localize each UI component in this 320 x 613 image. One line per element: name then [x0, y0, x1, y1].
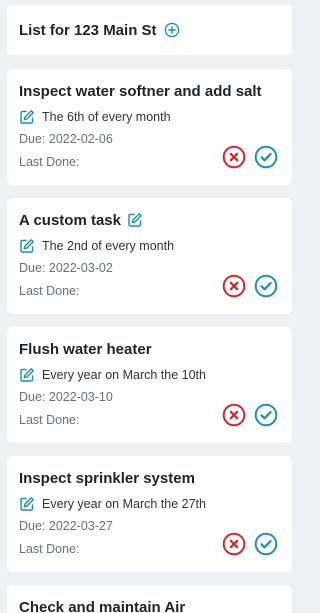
- task-schedule: Every year on March the 10th: [42, 368, 206, 382]
- task-schedule: Every year on March the 27th: [42, 497, 206, 511]
- dismiss-task-button[interactable]: [222, 532, 246, 556]
- complete-task-button[interactable]: [254, 532, 278, 556]
- add-task-button[interactable]: [164, 22, 180, 38]
- dismiss-task-button[interactable]: [222, 403, 246, 427]
- dismiss-task-button[interactable]: [222, 274, 246, 298]
- list-header: List for 123 Main St: [7, 5, 292, 55]
- edit-schedule-button[interactable]: [19, 367, 35, 383]
- plus-circle-icon: [164, 22, 179, 38]
- x-circle-icon: [222, 145, 246, 169]
- edit-schedule-button[interactable]: [19, 496, 35, 512]
- task-schedule: The 6th of every month: [42, 110, 171, 124]
- complete-task-button[interactable]: [254, 403, 278, 427]
- complete-task-button[interactable]: [254, 145, 278, 169]
- edit-icon: [20, 110, 34, 124]
- dismiss-task-button[interactable]: [222, 145, 246, 169]
- check-circle-icon: [254, 532, 278, 556]
- task-title: Check and maintain Air: [19, 598, 186, 613]
- x-circle-icon: [222, 274, 246, 298]
- task-title: Inspect water softner and add salt: [19, 82, 262, 100]
- complete-task-button[interactable]: [254, 274, 278, 298]
- x-circle-icon: [222, 403, 246, 427]
- task-title: Flush water heater: [19, 340, 152, 358]
- task-card: Inspect water softner and add salt The 6…: [7, 69, 292, 185]
- check-circle-icon: [254, 274, 278, 298]
- x-circle-icon: [222, 532, 246, 556]
- edit-icon: [20, 239, 34, 253]
- task-title: A custom task: [19, 211, 121, 229]
- task-title: Inspect sprinkler system: [19, 469, 195, 487]
- edit-schedule-button[interactable]: [19, 109, 35, 125]
- task-card: Inspect sprinkler system Every year on M…: [7, 456, 292, 572]
- edit-schedule-button[interactable]: [19, 238, 35, 254]
- task-card: Check and maintain Air: [7, 585, 292, 613]
- list-title: List for 123 Main St: [19, 21, 157, 39]
- task-schedule: The 2nd of every month: [42, 239, 175, 253]
- task-list-page: List for 123 Main St Inspect water softn…: [0, 0, 301, 613]
- edit-icon: [20, 368, 34, 382]
- task-card: A custom task The 2nd of every month Due…: [7, 198, 292, 314]
- task-card: Flush water heater Every year on March t…: [7, 327, 292, 443]
- check-circle-icon: [254, 145, 278, 169]
- edit-icon: [20, 497, 34, 511]
- check-circle-icon: [254, 403, 278, 427]
- edit-title-button[interactable]: [127, 212, 143, 228]
- edit-icon: [128, 213, 142, 227]
